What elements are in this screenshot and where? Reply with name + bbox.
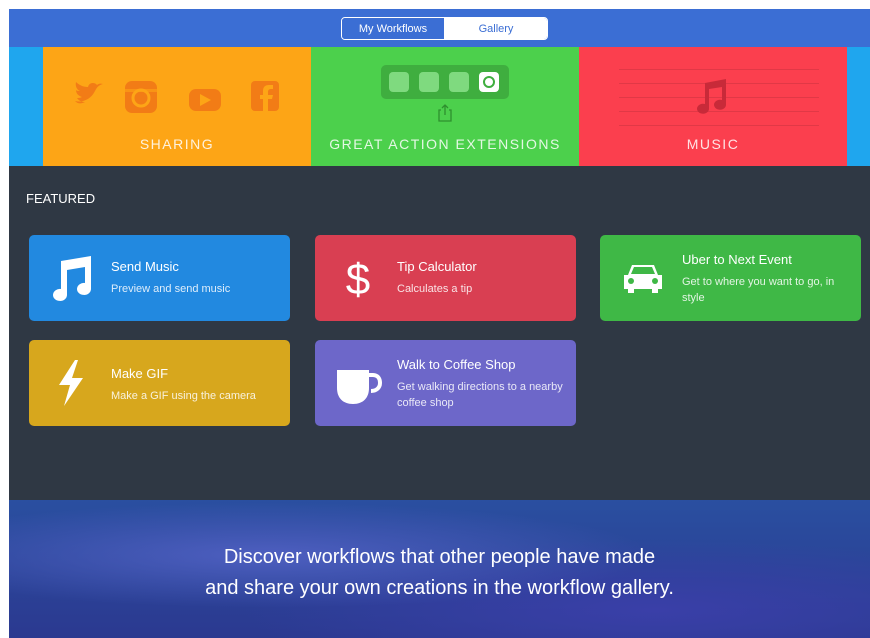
card-make-gif[interactable]: Make GIF Make a GIF using the camera	[29, 340, 290, 426]
banner-sharing-label: SHARING	[139, 136, 215, 152]
top-bar: My Workflows Gallery	[9, 9, 870, 47]
card-title: Tip Calculator	[397, 259, 477, 274]
banner-music-label: MUSIC	[686, 136, 740, 152]
card-title: Walk to Coffee Shop	[397, 357, 516, 372]
facebook-icon	[251, 81, 279, 111]
music-note-icon	[697, 79, 726, 114]
dollar-icon: $	[346, 255, 370, 303]
banner-action-extensions-label: GREAT ACTION EXTENSIONS	[329, 136, 561, 152]
card-subtitle: Calculates a tip	[397, 283, 473, 295]
action-extensions-tray	[381, 65, 509, 99]
youtube-icon	[189, 89, 221, 111]
social-icons	[75, 81, 279, 113]
staff-line	[619, 69, 819, 70]
card-subtitle: Get walking directions to a nearby coffe…	[397, 381, 563, 409]
card-title: Uber to Next Event	[682, 252, 792, 267]
music-note-icon	[53, 256, 91, 301]
staff-line	[619, 125, 819, 126]
banner-carousel: SHARING GREAT ACTION EXTENSIONS MUSIC	[9, 47, 870, 166]
promo-line-1: Discover workflows that other people hav…	[223, 546, 656, 568]
printer-icon	[419, 72, 439, 92]
coffee-cup-icon	[337, 370, 383, 404]
segmented-control: My Workflows Gallery	[341, 17, 548, 40]
car-icon	[624, 265, 662, 293]
card-subtitle: Get to where you want to go, in style	[682, 276, 835, 304]
book-icon	[389, 72, 409, 92]
card-uber-next-event[interactable]: Uber to Next Event Get to where you want…	[600, 235, 861, 321]
app-screen: My Workflows Gallery SHARING GREAT ACTIO…	[9, 9, 870, 638]
featured-heading: FEATURED	[26, 191, 96, 206]
banner-sharing[interactable]: SHARING	[43, 47, 311, 166]
banner-music[interactable]: MUSIC	[579, 47, 847, 166]
share-icon	[438, 104, 452, 122]
svg-text:$: $	[346, 255, 370, 303]
instagram-icon	[125, 81, 157, 113]
card-walk-coffee-shop[interactable]: Walk to Coffee Shop Get walking directio…	[315, 340, 576, 426]
tab-my-workflows[interactable]: My Workflows	[342, 18, 445, 39]
twitter-icon	[75, 82, 103, 104]
card-subtitle: Make a GIF using the camera	[111, 390, 256, 402]
gallery-promo: Discover workflows that other people hav…	[9, 500, 870, 638]
card-title: Send Music	[111, 259, 179, 274]
card-tip-calculator[interactable]: $ Tip Calculator Calculates a tip	[315, 235, 576, 321]
card-title: Make GIF	[111, 366, 169, 381]
copy-icon	[449, 72, 469, 92]
promo-text: Discover workflows that other people hav…	[9, 542, 870, 604]
card-send-music[interactable]: Send Music Preview and send music	[29, 235, 290, 321]
lightning-icon	[59, 360, 83, 406]
promo-line-2: and share your own creations in the work…	[205, 577, 674, 599]
tab-gallery[interactable]: Gallery	[445, 18, 547, 39]
workflow-icon	[479, 72, 499, 92]
banner-action-extensions[interactable]: GREAT ACTION EXTENSIONS	[311, 47, 579, 166]
card-subtitle: Preview and send music	[111, 283, 231, 295]
